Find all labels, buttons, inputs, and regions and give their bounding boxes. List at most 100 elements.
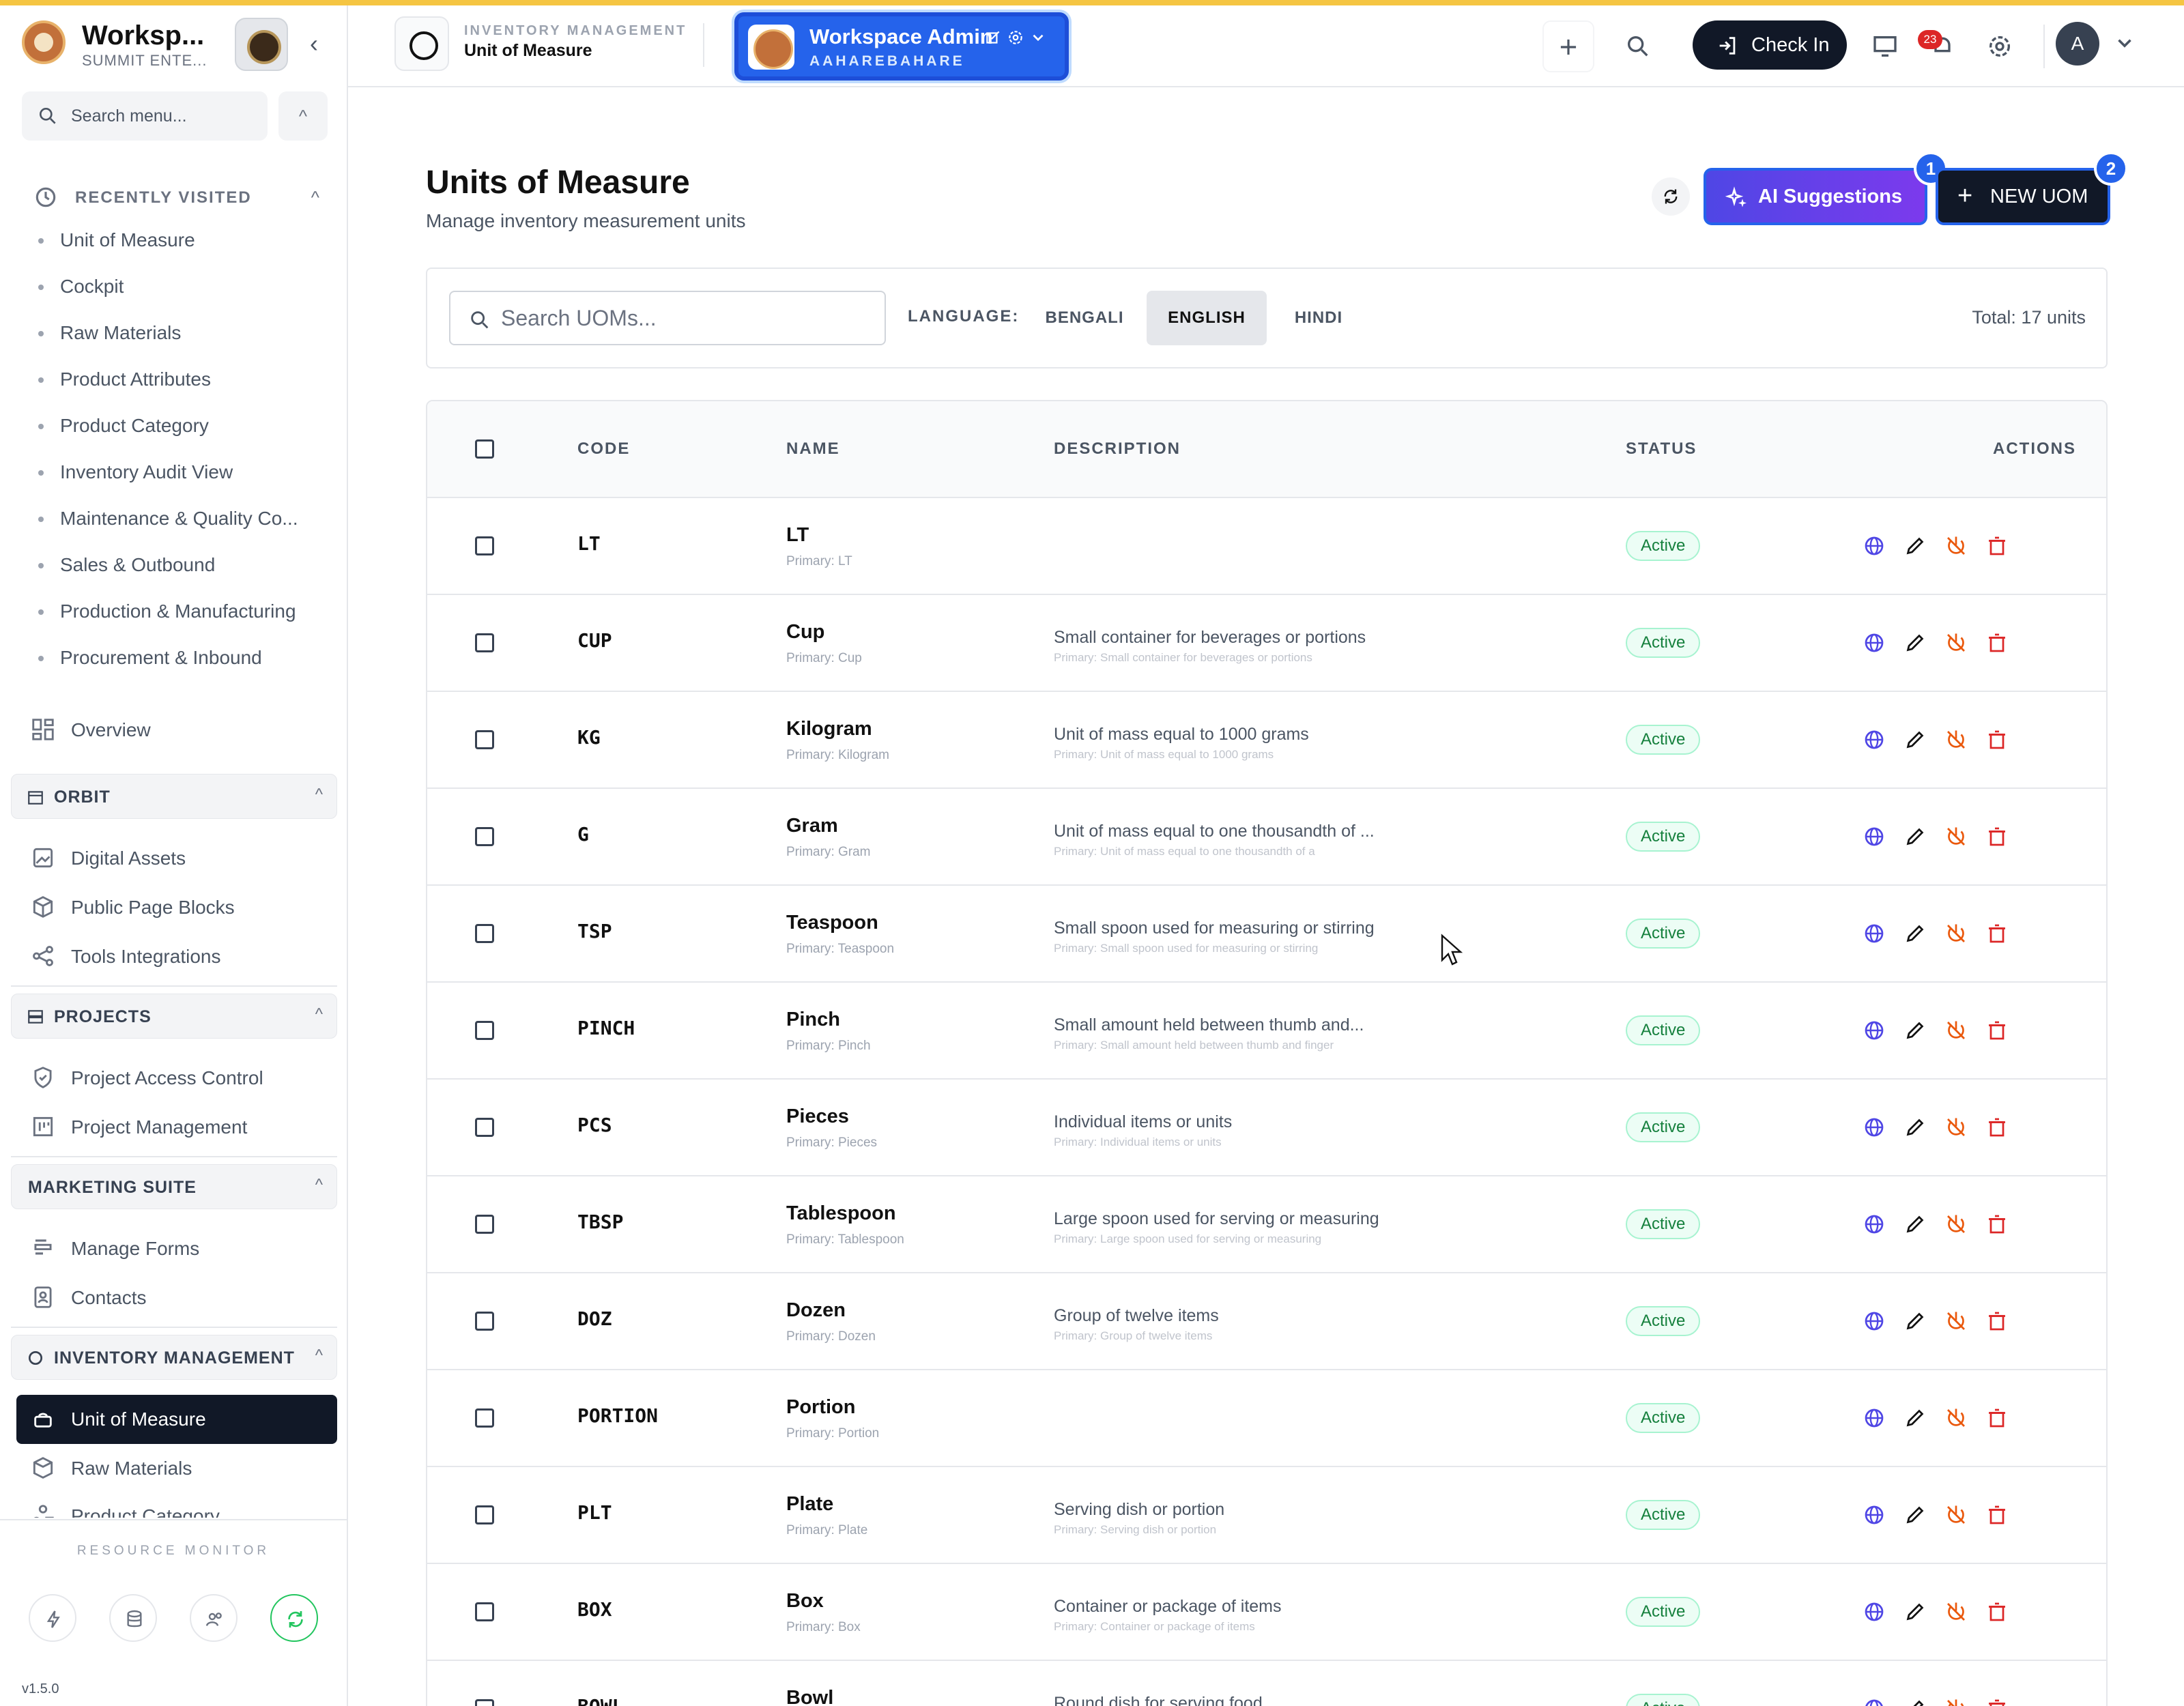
edit-pencil-icon[interactable] bbox=[1903, 1309, 1927, 1333]
workspace-logo[interactable] bbox=[22, 20, 66, 64]
globe-icon[interactable] bbox=[1862, 824, 1886, 849]
chevron-down-icon[interactable] bbox=[2113, 31, 2136, 55]
edit-pencil-icon[interactable] bbox=[1903, 921, 1927, 946]
settings-gear-icon[interactable] bbox=[1974, 20, 2026, 72]
chevron-down-icon[interactable] bbox=[1029, 29, 1047, 46]
recent-item[interactable]: Raw Materials bbox=[38, 322, 181, 344]
trash-icon[interactable] bbox=[1985, 1212, 2009, 1237]
column-header-description[interactable]: DESCRIPTION bbox=[1054, 439, 1181, 459]
recent-item[interactable]: Product Attributes bbox=[38, 368, 211, 390]
trash-icon[interactable] bbox=[1985, 1115, 2009, 1140]
table-row[interactable]: KG Kilogram Primary: Kilogram Unit of mass … bbox=[427, 692, 2106, 789]
recent-item[interactable]: Inventory Audit View bbox=[38, 461, 233, 483]
row-checkbox[interactable] bbox=[475, 730, 494, 749]
row-checkbox[interactable] bbox=[475, 1312, 494, 1331]
sidebar-item-project-management[interactable]: Project Management bbox=[30, 1108, 330, 1146]
trash-icon[interactable] bbox=[1985, 1309, 2009, 1333]
table-row[interactable]: PLT Plate Primary: Plate Serving dish or po… bbox=[427, 1467, 2106, 1564]
column-header-code[interactable]: CODE bbox=[577, 439, 630, 459]
new-uom-button[interactable]: + NEW UOM bbox=[1936, 168, 2110, 225]
recent-item[interactable]: Unit of Measure bbox=[38, 229, 195, 251]
language-tab-hindi[interactable]: HINDI bbox=[1278, 291, 1360, 345]
power-off-icon[interactable] bbox=[1944, 824, 1968, 849]
globe-icon[interactable] bbox=[1862, 1600, 1886, 1624]
table-row[interactable]: PCS Pieces Primary: Pieces Individual items… bbox=[427, 1080, 2106, 1176]
trash-icon[interactable] bbox=[1985, 534, 2009, 558]
edit-pencil-icon[interactable] bbox=[1903, 1696, 1927, 1706]
edit-pencil-icon[interactable] bbox=[1903, 534, 1927, 558]
sync-icon[interactable] bbox=[270, 1594, 318, 1642]
recent-item[interactable]: Maintenance & Quality Co... bbox=[38, 508, 298, 530]
globe-icon[interactable] bbox=[1862, 1503, 1886, 1527]
bolt-icon[interactable] bbox=[29, 1594, 76, 1642]
table-row[interactable]: DOZ Dozen Primary: Dozen Group of twelve it… bbox=[427, 1273, 2106, 1370]
trash-icon[interactable] bbox=[1985, 921, 2009, 946]
breadcrumb-module[interactable]: INVENTORY MANAGEMENT bbox=[464, 23, 687, 39]
sidebar-item-public-page-blocks[interactable]: Public Page Blocks bbox=[30, 888, 330, 927]
group-inventory-management-header[interactable]: INVENTORY MANAGEMENT ^ bbox=[11, 1335, 337, 1380]
refresh-button[interactable] bbox=[1652, 177, 1690, 216]
edit-pencil-icon[interactable] bbox=[1903, 1600, 1927, 1624]
row-checkbox[interactable] bbox=[475, 536, 494, 555]
sidebar-item-project-access-control[interactable]: Project Access Control bbox=[30, 1059, 330, 1097]
sidebar-item-product-category[interactable]: Product Category bbox=[30, 1497, 330, 1518]
row-checkbox[interactable] bbox=[475, 827, 494, 846]
table-row[interactable]: G Gram Primary: Gram Unit of mass equal to … bbox=[427, 789, 2106, 886]
table-row[interactable]: BOX Box Primary: Box Container or package o… bbox=[427, 1564, 2106, 1661]
row-checkbox[interactable] bbox=[475, 924, 494, 943]
power-off-icon[interactable] bbox=[1944, 1212, 1968, 1237]
trash-icon[interactable] bbox=[1985, 1503, 2009, 1527]
power-off-icon[interactable] bbox=[1944, 921, 1968, 946]
row-checkbox[interactable] bbox=[475, 1408, 494, 1428]
table-row[interactable]: CUP Cup Primary: Cup Small container for be… bbox=[427, 595, 2106, 692]
power-off-icon[interactable] bbox=[1944, 1018, 1968, 1043]
row-checkbox[interactable] bbox=[475, 1505, 494, 1524]
language-tab-bengali[interactable]: BENGALI bbox=[1033, 291, 1136, 345]
column-header-name[interactable]: NAME bbox=[786, 439, 840, 459]
edit-pencil-icon[interactable] bbox=[1903, 1018, 1927, 1043]
table-row[interactable]: PORTION Portion Primary: Portion Active bbox=[427, 1370, 2106, 1467]
edit-pencil-icon[interactable] bbox=[1903, 824, 1927, 849]
sidebar-item-manage-forms[interactable]: Manage Forms bbox=[30, 1230, 330, 1268]
collapse-sidebar-button[interactable]: ‹ bbox=[300, 30, 328, 57]
edit-pencil-icon[interactable] bbox=[1903, 727, 1927, 752]
row-checkbox[interactable] bbox=[475, 1215, 494, 1234]
search-icon[interactable] bbox=[1612, 20, 1664, 72]
edit-pencil-icon[interactable] bbox=[1903, 1406, 1927, 1430]
group-projects-header[interactable]: PROJECTS ^ bbox=[11, 994, 337, 1039]
table-row[interactable]: PINCH Pinch Primary: Pinch Small amount hel… bbox=[427, 983, 2106, 1080]
recent-item[interactable]: Sales & Outbound bbox=[38, 554, 215, 576]
column-header-status[interactable]: STATUS bbox=[1626, 439, 1697, 459]
table-row[interactable]: LT LT Primary: LT Active bbox=[427, 498, 2106, 595]
power-off-icon[interactable] bbox=[1944, 534, 1968, 558]
row-checkbox[interactable] bbox=[475, 1118, 494, 1137]
chevron-up-icon[interactable]: ^ bbox=[278, 91, 328, 141]
power-off-icon[interactable] bbox=[1944, 631, 1968, 655]
globe-icon[interactable] bbox=[1862, 1115, 1886, 1140]
recent-item[interactable]: Product Category bbox=[38, 415, 209, 437]
power-off-icon[interactable] bbox=[1944, 1696, 1968, 1706]
trash-icon[interactable] bbox=[1985, 1600, 2009, 1624]
select-all-checkbox[interactable] bbox=[475, 439, 494, 459]
globe-icon[interactable] bbox=[1862, 1018, 1886, 1043]
row-checkbox[interactable] bbox=[475, 1699, 494, 1706]
row-checkbox[interactable] bbox=[475, 1602, 494, 1621]
trash-icon[interactable] bbox=[1985, 631, 2009, 655]
users-icon[interactable] bbox=[190, 1594, 238, 1642]
add-icon[interactable] bbox=[1542, 20, 1594, 72]
globe-icon[interactable] bbox=[1862, 534, 1886, 558]
globe-icon[interactable] bbox=[1862, 727, 1886, 752]
globe-icon[interactable] bbox=[1862, 1309, 1886, 1333]
globe-icon[interactable] bbox=[1862, 631, 1886, 655]
uom-search-input[interactable]: Search UOMs... bbox=[449, 291, 886, 345]
ai-suggestions-button[interactable]: AI Suggestions bbox=[1704, 168, 1927, 225]
globe-icon[interactable] bbox=[1862, 1696, 1886, 1706]
power-off-icon[interactable] bbox=[1944, 1406, 1968, 1430]
check-in-button[interactable]: Check In bbox=[1693, 20, 1847, 70]
trash-icon[interactable] bbox=[1985, 1406, 2009, 1430]
row-checkbox[interactable] bbox=[475, 1021, 494, 1040]
edit-pencil-icon[interactable] bbox=[1903, 1503, 1927, 1527]
globe-icon[interactable] bbox=[1862, 1406, 1886, 1430]
sidebar-item-contacts[interactable]: Contacts bbox=[30, 1279, 330, 1317]
sidebar-item-digital-assets[interactable]: Digital Assets bbox=[30, 839, 330, 878]
